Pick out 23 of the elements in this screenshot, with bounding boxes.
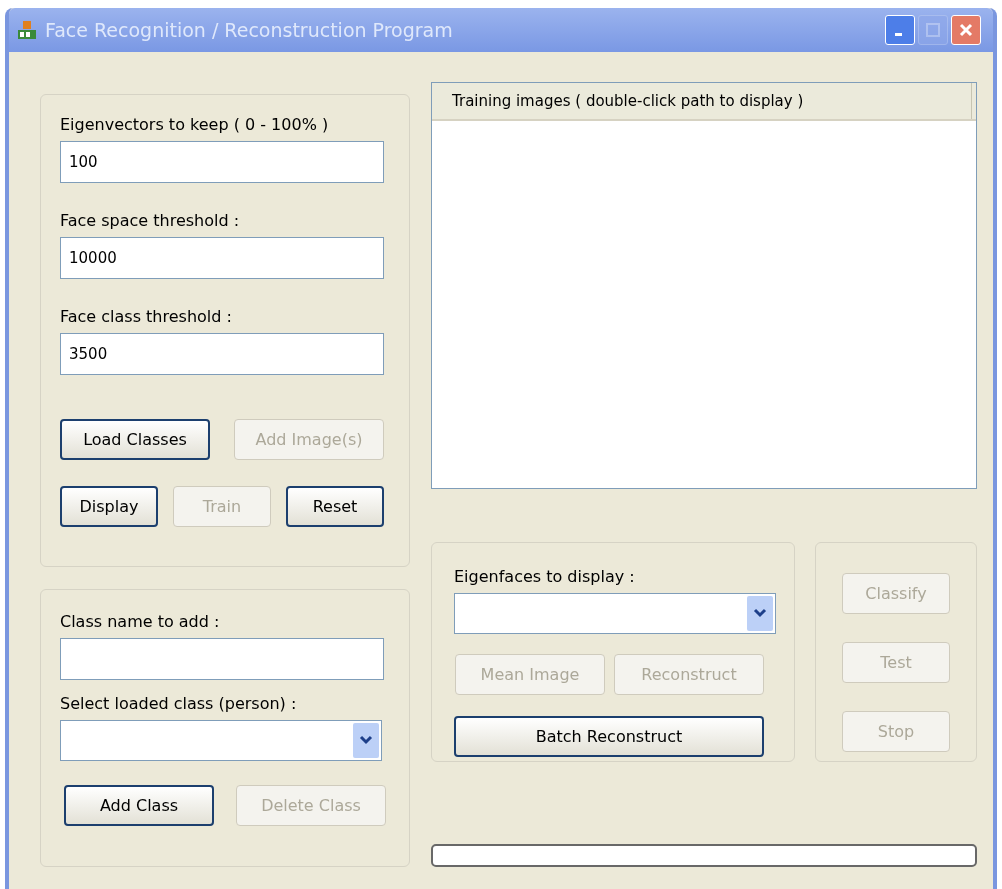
- training-images-list[interactable]: Training images ( double-click path to display ): [431, 82, 977, 489]
- minimize-button[interactable]: [885, 15, 915, 45]
- close-button[interactable]: [951, 15, 981, 45]
- button[interactable]: Add Class: [64, 785, 214, 826]
- field-label: Face space threshold :: [60, 210, 241, 232]
- input-field[interactable]: 100: [60, 141, 384, 183]
- field-label: Eigenfaces to display :: [454, 566, 636, 588]
- button[interactable]: Load Classes: [60, 419, 210, 460]
- button[interactable]: Reset: [286, 486, 384, 527]
- close-icon[interactable]: [958, 22, 974, 38]
- input-field[interactable]: [60, 638, 384, 680]
- input-field[interactable]: 10000: [60, 237, 384, 279]
- field-label: Eigenvectors to keep ( 0 - 100% ): [60, 114, 330, 136]
- field-label: Select loaded class (person) :: [60, 693, 298, 715]
- field-label: Class name to add :: [60, 611, 221, 633]
- app-icon: [17, 20, 37, 40]
- dropdown[interactable]: [454, 593, 776, 634]
- dropdown[interactable]: [60, 720, 382, 761]
- field-label: Face class threshold :: [60, 306, 233, 328]
- window-title: Face Recognition / Reconstruction Program: [45, 17, 454, 43]
- button[interactable]: Batch Reconstruct: [454, 716, 764, 757]
- button[interactable]: Display: [60, 486, 158, 527]
- input-field[interactable]: 3500: [60, 333, 384, 375]
